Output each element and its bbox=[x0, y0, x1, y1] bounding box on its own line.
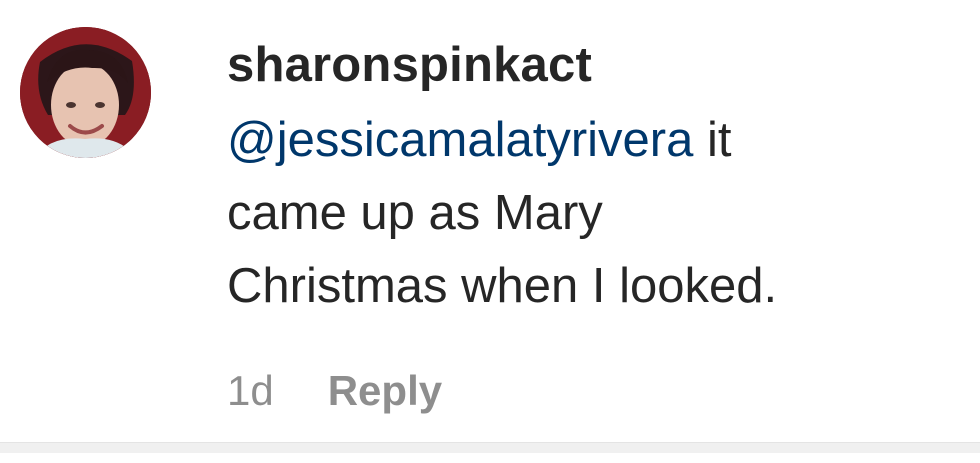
timestamp[interactable]: 1d bbox=[227, 366, 274, 416]
comment-text-line: came up as Mary bbox=[227, 186, 603, 240]
comment-item: sharonspinkact @jessicamalatyrivera it c… bbox=[0, 0, 980, 453]
comment-text-line: Christmas when I looked. bbox=[227, 259, 778, 313]
mention-link[interactable]: @jessicamalatyrivera bbox=[227, 113, 693, 167]
username-link[interactable]: sharonspinkact bbox=[227, 36, 947, 94]
avatar[interactable] bbox=[20, 27, 151, 158]
profile-photo bbox=[20, 27, 151, 158]
comment-body: sharonspinkact @jessicamalatyrivera it c… bbox=[227, 36, 947, 323]
divider bbox=[0, 442, 980, 453]
comment-text-part: it bbox=[693, 113, 732, 167]
comment-text: @jessicamalatyrivera it came up as Mary … bbox=[227, 104, 907, 323]
reply-button[interactable]: Reply bbox=[328, 366, 442, 416]
comment-meta: 1d Reply bbox=[227, 366, 442, 416]
